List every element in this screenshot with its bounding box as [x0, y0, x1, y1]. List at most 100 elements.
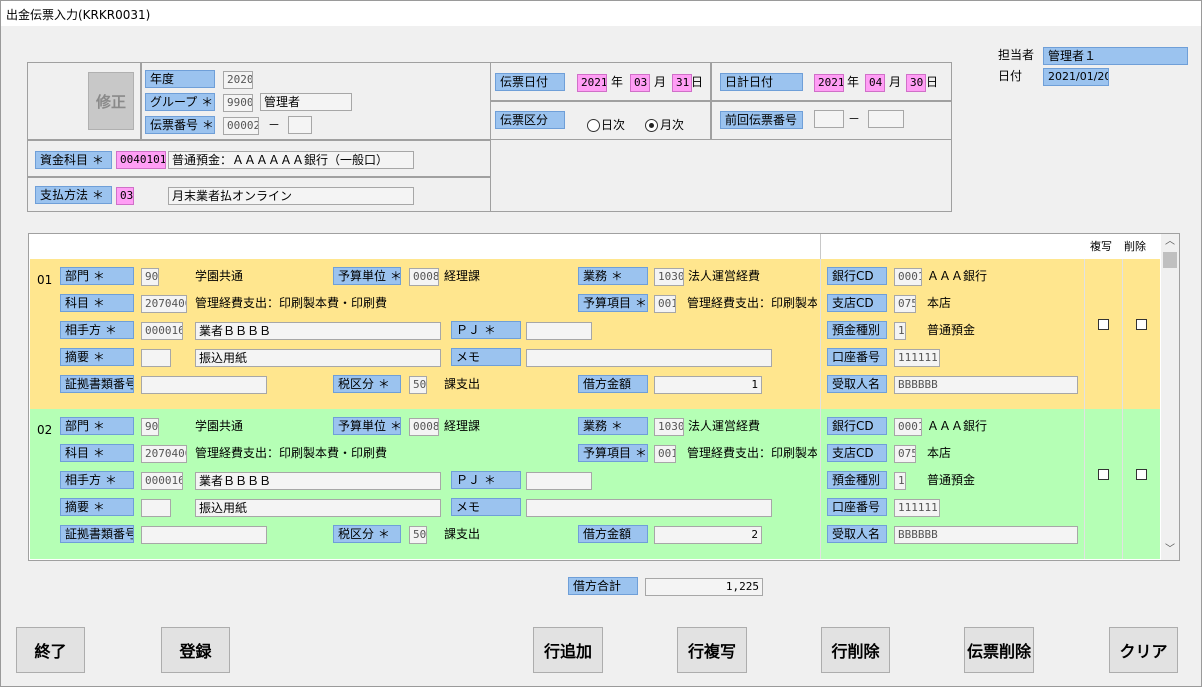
- radio-monthly[interactable]: [645, 119, 658, 132]
- yosan-tani-label: 予算単位 ＊: [333, 417, 401, 435]
- pj-value-field[interactable]: [526, 472, 592, 490]
- copy-column-header: 複写: [1090, 240, 1112, 253]
- yosan-komoku-code-field[interactable]: 001: [654, 445, 676, 463]
- register-button[interactable]: 登録: [161, 627, 230, 673]
- gyomu-code-field[interactable]: 1030: [654, 268, 684, 286]
- no-text: 01: [37, 273, 53, 287]
- delete-slip-button[interactable]: 伝票削除: [964, 627, 1034, 673]
- scrollbar[interactable]: [1161, 234, 1179, 560]
- denpyo-no-sub-field[interactable]: [288, 116, 312, 134]
- gyomu-code-field[interactable]: 1030: [654, 418, 684, 436]
- prev-no-b-field[interactable]: [868, 110, 904, 128]
- delete-column-header: 削除: [1124, 240, 1146, 253]
- aite-name-field[interactable]: 業者ＢＢＢＢ: [195, 322, 441, 340]
- yokin-name-text: 普通預金: [927, 473, 976, 487]
- koza-value-field[interactable]: 1111111: [894, 349, 940, 367]
- nikkei-day-field[interactable]: 30: [906, 74, 926, 92]
- copy-checkbox[interactable]: [1098, 469, 1109, 480]
- nikkei-year-field[interactable]: 2021: [814, 74, 844, 92]
- uketori-value-field[interactable]: BBBBBB: [894, 376, 1078, 394]
- kamoku-label: 科目 ＊: [60, 444, 134, 462]
- exit-button[interactable]: 終了: [16, 627, 85, 673]
- title-bar: 出金伝票入力(KRKR0031): [0, 0, 1202, 26]
- tekiyo-name-field[interactable]: 振込用紙: [195, 349, 441, 367]
- memo-value-field[interactable]: [526, 349, 772, 367]
- date-label: 日付: [998, 69, 1023, 83]
- nendo-label: 年度: [145, 70, 215, 88]
- yokin-code-field[interactable]: 1: [894, 472, 906, 490]
- chevron-up-icon[interactable]: ︿: [1161, 234, 1179, 250]
- scrollbar-thumb[interactable]: [1163, 252, 1177, 268]
- ginko-cd-field[interactable]: 0001: [894, 268, 922, 286]
- pj-label: ＰＪ ＊: [451, 321, 521, 339]
- delete-checkbox[interactable]: [1136, 319, 1147, 330]
- shiten-name-text: 本店: [927, 446, 952, 460]
- tekiyo-label: 摘要 ＊: [60, 498, 134, 516]
- header-hline-2: [27, 176, 491, 178]
- zei-code-field[interactable]: 50: [409, 526, 427, 544]
- shiten-cd-field[interactable]: 075: [894, 295, 916, 313]
- total-label: 借方合計: [568, 577, 638, 595]
- koza-value-field[interactable]: 1111111: [894, 499, 940, 517]
- karikata-value-field[interactable]: 2: [654, 526, 762, 544]
- aite-code-field[interactable]: 000016: [141, 472, 183, 490]
- shiharai-code-field[interactable]: 03: [116, 187, 134, 205]
- prev-no-a-field[interactable]: [814, 110, 844, 128]
- clear-button[interactable]: クリア: [1109, 627, 1178, 673]
- grid-row-divider: [1122, 259, 1123, 409]
- grid-row-divider: [820, 259, 821, 409]
- kamoku-code-field[interactable]: 2070400: [141, 295, 187, 313]
- denpyo-day-field[interactable]: 31: [672, 74, 692, 92]
- bumon-code-field[interactable]: 90: [141, 418, 159, 436]
- memo-value-field[interactable]: [526, 499, 772, 517]
- yosan-komoku-code-field[interactable]: 001: [654, 295, 676, 313]
- tekiyo-code-field[interactable]: [141, 349, 171, 367]
- nikkei-month-field[interactable]: 04: [865, 74, 885, 92]
- karikata-value-field[interactable]: 1: [654, 376, 762, 394]
- zei-name-text: 課支出: [444, 527, 481, 541]
- uketori-label: 受取人名: [827, 525, 887, 543]
- yosan-tani-code-field[interactable]: 0008: [409, 268, 439, 286]
- uketori-value-field[interactable]: BBBBBB: [894, 526, 1078, 544]
- kamoku-code-field[interactable]: 2070400: [141, 445, 187, 463]
- radio-daily-label: 日次: [601, 118, 626, 132]
- tekiyo-code-field[interactable]: [141, 499, 171, 517]
- year-char-2: 年: [847, 75, 860, 89]
- pj-label: ＰＪ ＊: [451, 471, 521, 489]
- radio-daily[interactable]: [587, 119, 600, 132]
- chevron-down-icon[interactable]: ﹀: [1161, 542, 1179, 558]
- copy-checkbox[interactable]: [1098, 319, 1109, 330]
- tekiyo-name-field[interactable]: 振込用紙: [195, 499, 441, 517]
- shoko-value-field[interactable]: [141, 376, 267, 394]
- ginko-cd-label: 銀行CD: [827, 417, 887, 435]
- ginko-cd-field[interactable]: 0001: [894, 418, 922, 436]
- bumon-code-field[interactable]: 90: [141, 268, 159, 286]
- delete-checkbox[interactable]: [1136, 469, 1147, 480]
- add-row-button[interactable]: 行追加: [533, 627, 603, 673]
- shiten-cd-field[interactable]: 075: [894, 445, 916, 463]
- denpyo-no-field[interactable]: 00002: [223, 117, 259, 135]
- aite-name-field[interactable]: 業者ＢＢＢＢ: [195, 472, 441, 490]
- aite-code-field[interactable]: 000016: [141, 322, 183, 340]
- denpyo-no-dash: －: [268, 118, 281, 132]
- yokin-code-field[interactable]: 1: [894, 322, 906, 340]
- kamoku-label: 科目 ＊: [60, 294, 134, 312]
- shoko-value-field[interactable]: [141, 526, 267, 544]
- zei-code-field[interactable]: 50: [409, 376, 427, 394]
- copy-row-button[interactable]: 行複写: [677, 627, 747, 673]
- nendo-field[interactable]: 2020: [223, 71, 253, 89]
- delete-row-button[interactable]: 行削除: [821, 627, 890, 673]
- bumon-label: 部門 ＊: [60, 267, 134, 285]
- yosan-tani-code-field[interactable]: 0008: [409, 418, 439, 436]
- group-code-field[interactable]: 9900: [223, 94, 253, 112]
- total-field: 1,225: [645, 578, 763, 596]
- pj-value-field[interactable]: [526, 322, 592, 340]
- grid-header-divider: [820, 234, 821, 259]
- denpyo-month-field[interactable]: 03: [630, 74, 650, 92]
- karikata-label: 借方金額: [578, 525, 648, 543]
- yosan-tani-name-text: 経理課: [444, 419, 481, 433]
- ginko-cd-label: 銀行CD: [827, 267, 887, 285]
- memo-label: メモ: [451, 348, 521, 366]
- shikin-code-field[interactable]: 0040101: [116, 151, 166, 169]
- denpyo-year-field[interactable]: 2021: [577, 74, 607, 92]
